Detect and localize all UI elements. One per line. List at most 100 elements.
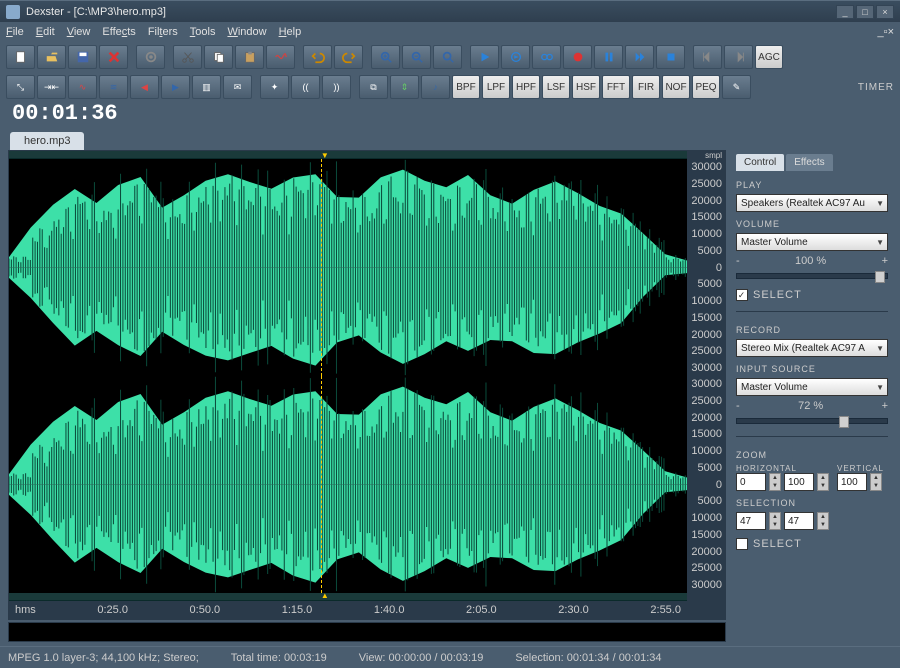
maximize-button[interactable]: □ <box>856 5 874 19</box>
input-slider[interactable] <box>736 418 888 424</box>
waveform-left[interactable] <box>9 159 687 376</box>
record-device-select[interactable]: Stereo Mix (Realtek AC97 A <box>736 339 888 357</box>
zoom-v-label: VERTICAL <box>837 464 889 473</box>
menu-tools[interactable]: Tools <box>190 26 216 38</box>
close-button[interactable]: × <box>876 5 894 19</box>
speaker-prev-button[interactable] <box>693 45 722 69</box>
peq-button[interactable]: PEQ <box>692 75 720 99</box>
mdi-close-button[interactable]: × <box>888 26 894 38</box>
loop-button[interactable] <box>532 45 561 69</box>
fx-echo-icon[interactable]: (( <box>291 75 320 99</box>
paste-button[interactable] <box>235 45 264 69</box>
fft-button[interactable]: FFT <box>602 75 630 99</box>
menu-filters[interactable]: Filters <box>148 26 178 38</box>
lsf-button[interactable]: LSF <box>542 75 570 99</box>
mix-button[interactable] <box>266 45 295 69</box>
menu-window[interactable]: Window <box>227 26 266 38</box>
menubar: File Edit View Effects Filters Tools Win… <box>0 22 900 42</box>
zoom-h-end[interactable]: 100 <box>784 473 814 491</box>
minimize-button[interactable]: _ <box>836 5 854 19</box>
app-icon <box>6 5 20 19</box>
zoom-h-start[interactable]: 0 <box>736 473 766 491</box>
tab-effects[interactable]: Effects <box>786 154 832 171</box>
fx-fade-out-icon[interactable]: ▶ <box>161 75 190 99</box>
volume-slider[interactable] <box>736 273 888 279</box>
lpf-button[interactable]: LPF <box>482 75 510 99</box>
record-button[interactable] <box>563 45 592 69</box>
select-label-2: SELECT <box>753 538 802 550</box>
zoom-v-value[interactable]: 100 <box>837 473 867 491</box>
fir-button[interactable]: FIR <box>632 75 660 99</box>
menu-help[interactable]: Help <box>279 26 302 38</box>
overview-track[interactable] <box>8 622 726 642</box>
agc-button[interactable]: AGC <box>755 45 783 69</box>
bpf-button[interactable]: BPF <box>452 75 480 99</box>
open-button[interactable] <box>37 45 66 69</box>
play-button[interactable] <box>470 45 499 69</box>
position-bar[interactable]: ▼ <box>9 151 687 159</box>
cut-button[interactable] <box>173 45 202 69</box>
fx-eq-icon[interactable]: ▥ <box>192 75 221 99</box>
fx-draw-icon[interactable]: ✎ <box>722 75 751 99</box>
zoom-v-spinner[interactable]: ▲▼ <box>870 473 882 491</box>
fx-reverb-icon[interactable]: )) <box>322 75 351 99</box>
nof-button[interactable]: NOF <box>662 75 690 99</box>
waveform-right[interactable] <box>9 376 687 593</box>
status-selection: Selection: 00:01:34 / 00:01:34 <box>515 652 661 664</box>
file-tab[interactable]: hero.mp3 <box>10 132 84 150</box>
undo-button[interactable] <box>303 45 332 69</box>
timeline[interactable]: hms0:25.00:50.01:15.01:40.02:05.02:30.02… <box>9 601 687 619</box>
settings-button[interactable] <box>136 45 165 69</box>
fx-mail-icon[interactable]: ✉ <box>223 75 252 99</box>
fx-wave-blue-icon[interactable]: ≋ <box>99 75 128 99</box>
selection-end-spinner[interactable]: ▲▼ <box>817 512 829 530</box>
volume-source-select[interactable]: Master Volume <box>736 233 888 251</box>
menu-effects[interactable]: Effects <box>102 26 135 38</box>
fx-stretch-icon[interactable]: ⇕ <box>390 75 419 99</box>
zoom-h-end-spinner[interactable]: ▲▼ <box>817 473 829 491</box>
pause-button[interactable] <box>594 45 623 69</box>
selection-start[interactable]: 47 <box>736 512 766 530</box>
fx-wave-red-icon[interactable]: ∿ <box>68 75 97 99</box>
scale-unit: smpl <box>687 151 725 159</box>
fx-note-icon[interactable]: ♪ <box>421 75 450 99</box>
zoom-out-button[interactable] <box>402 45 431 69</box>
side-panel: Control Effects PLAY Speakers (Realtek A… <box>732 150 892 642</box>
speaker-next-button[interactable] <box>724 45 753 69</box>
statusbar: MPEG 1.0 layer-3; 44,100 kHz; Stereo; To… <box>0 646 900 668</box>
delete-button[interactable] <box>99 45 128 69</box>
zoom-in-button[interactable] <box>371 45 400 69</box>
hsf-button[interactable]: HSF <box>572 75 600 99</box>
play-device-select[interactable]: Speakers (Realtek AC97 Au <box>736 194 888 212</box>
selection-start-spinner[interactable]: ▲▼ <box>769 512 781 530</box>
menu-file[interactable]: File <box>6 26 24 38</box>
save-button[interactable] <box>68 45 97 69</box>
selection-end[interactable]: 47 <box>784 512 814 530</box>
menu-view[interactable]: View <box>67 26 91 38</box>
copy-button[interactable] <box>204 45 233 69</box>
playhead-line <box>321 159 322 376</box>
input-source-select[interactable]: Master Volume <box>736 378 888 396</box>
waveform-view[interactable]: ▼ ▲ hms0:25.00:50.01:15.01:40.02:05.02:3… <box>8 150 726 620</box>
menu-edit[interactable]: Edit <box>36 26 55 38</box>
fx-expand-icon[interactable]: ⤡ <box>6 75 35 99</box>
position-bar-bottom[interactable]: ▲ <box>9 593 687 601</box>
hpf-button[interactable]: HPF <box>512 75 540 99</box>
redo-button[interactable] <box>334 45 363 69</box>
status-format: MPEG 1.0 layer-3; 44,100 kHz; Stereo; <box>8 652 199 664</box>
select-checkbox-1[interactable]: ✓ <box>736 289 748 301</box>
play-loop-button[interactable] <box>501 45 530 69</box>
skip-button[interactable] <box>625 45 654 69</box>
fx-compress-icon[interactable]: ⇥⇤ <box>37 75 66 99</box>
fx-sparkle-icon[interactable]: ✦ <box>260 75 289 99</box>
select-checkbox-2[interactable] <box>736 538 748 550</box>
fx-graph-icon[interactable]: ⧉ <box>359 75 388 99</box>
zoom-full-button[interactable] <box>433 45 462 69</box>
zoom-h-start-spinner[interactable]: ▲▼ <box>769 473 781 491</box>
new-button[interactable] <box>6 45 35 69</box>
volume-label: VOLUME <box>736 219 888 229</box>
input-pct: 72 % <box>744 400 878 412</box>
tab-control[interactable]: Control <box>736 154 784 171</box>
stop-button[interactable] <box>656 45 685 69</box>
fx-fade-in-icon[interactable]: ◀ <box>130 75 159 99</box>
